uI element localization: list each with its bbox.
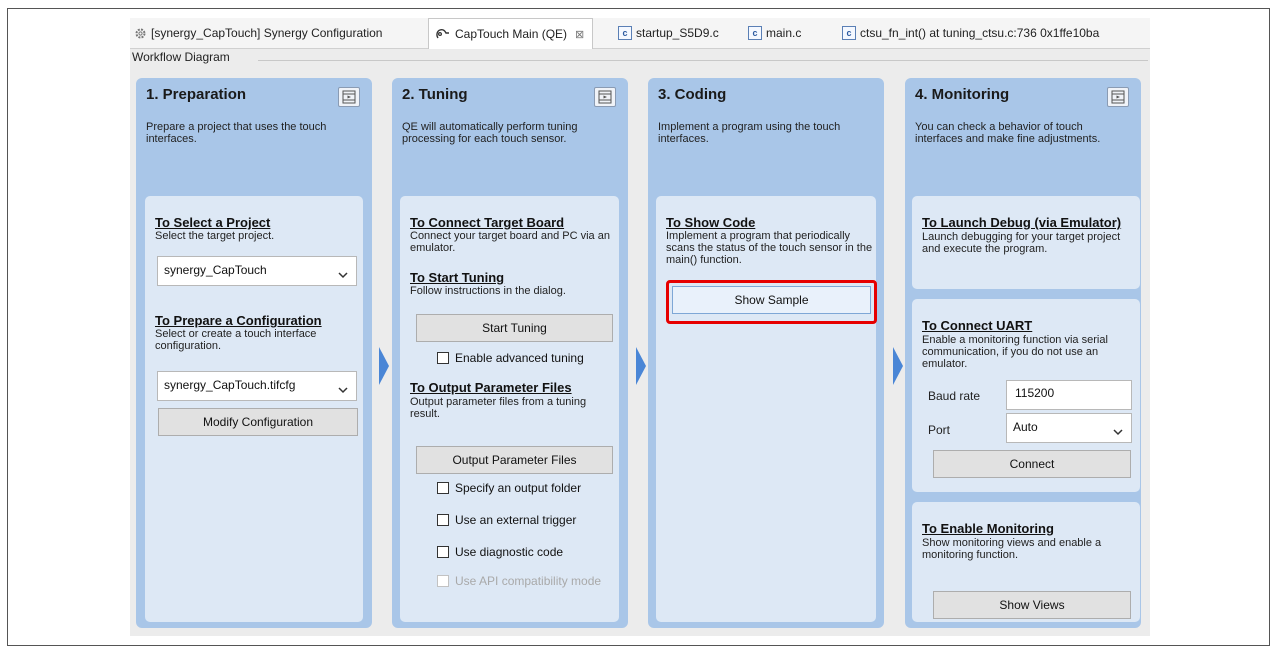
show-views-button[interactable]: Show Views <box>933 591 1131 619</box>
specify-output-folder-checkbox[interactable]: Specify an output folder <box>437 481 581 495</box>
chevron-down-icon <box>338 268 348 282</box>
show-code-text: Implement a program that periodically sc… <box>666 230 873 266</box>
touch-icon <box>435 27 451 41</box>
flow-arrow <box>636 347 646 385</box>
prepare-config-text: Select or create a touch interface confi… <box>155 328 317 352</box>
tab-captouch-main[interactable]: CapTouch Main (QE) ⊠ <box>428 18 594 49</box>
c-file-icon: c <box>618 26 632 40</box>
checkbox-box <box>437 514 449 526</box>
select-project-heading: To Select a Project <box>155 215 271 230</box>
connect-uart-heading: To Connect UART <box>922 318 1033 333</box>
preparation-box: To Select a Project Select the target pr… <box>145 196 363 622</box>
port-label: Port <box>928 423 951 437</box>
coding-description: Implement a program using the touch inte… <box>658 121 841 145</box>
use-external-trigger-checkbox[interactable]: Use an external trigger <box>437 513 576 527</box>
project-select-value: synergy_CapTouch <box>164 263 267 277</box>
chevron-down-icon <box>1113 425 1123 439</box>
output-parameter-files-button[interactable]: Output Parameter Files <box>416 446 613 474</box>
baud-rate-input[interactable]: 115200 <box>1006 380 1132 410</box>
workflow-divider <box>258 60 1148 61</box>
ide-window: [synergy_CapTouch] Synergy Configuration… <box>130 18 1150 636</box>
tuning-panel: 2. Tuning QE will automatically perform … <box>392 78 628 628</box>
output-files-heading: To Output Parameter Files <box>410 380 572 395</box>
project-select[interactable]: synergy_CapTouch <box>157 256 357 286</box>
port-select-value: Auto <box>1013 420 1038 434</box>
enable-monitoring-heading: To Enable Monitoring <box>922 521 1054 536</box>
preparation-description: Prepare a project that uses the touch in… <box>146 121 327 145</box>
launch-debug-heading: To Launch Debug (via Emulator) <box>922 215 1122 230</box>
tab-label: startup_S5D9.c <box>636 26 719 40</box>
modify-configuration-button[interactable]: Modify Configuration <box>158 408 358 436</box>
video-icon[interactable] <box>338 87 360 107</box>
checkbox-box <box>437 482 449 494</box>
api-compatibility-checkbox: Use API compatibility mode <box>437 574 601 588</box>
gear-icon <box>134 27 147 40</box>
prepare-config-heading: To Prepare a Configuration <box>155 313 322 328</box>
flow-arrow <box>893 347 903 385</box>
config-select[interactable]: synergy_CapTouch.tifcfg <box>157 371 357 401</box>
workflow-diagram-title: Workflow Diagram <box>132 50 230 64</box>
tuning-description: QE will automatically perform tuning pro… <box>402 121 578 145</box>
tuning-box: To Connect Target Board Connect your tar… <box>400 196 619 622</box>
monitoring-title: 4. Monitoring <box>915 86 1010 103</box>
enable-monitoring-text: Show monitoring views and enable a monit… <box>922 537 1102 561</box>
c-file-icon: c <box>842 26 856 40</box>
monitoring-panel: 4. Monitoring You can check a behavior o… <box>905 78 1141 628</box>
start-tuning-heading: To Start Tuning <box>410 270 505 285</box>
tuning-title: 2. Tuning <box>402 86 468 103</box>
editor-tab-bar: [synergy_CapTouch] Synergy Configuration… <box>130 18 1150 49</box>
connect-board-text: Connect your target board and PC via an … <box>410 230 610 254</box>
checkbox-label: Enable advanced tuning <box>455 351 584 365</box>
connect-uart-text: Enable a monitoring function via serial … <box>922 334 1108 370</box>
start-tuning-button[interactable]: Start Tuning <box>416 314 613 342</box>
monitoring-description: You can check a behavior of touch interf… <box>915 121 1101 145</box>
checkbox-label: Specify an output folder <box>455 481 582 495</box>
connect-board-heading: To Connect Target Board <box>410 215 565 230</box>
use-diagnostic-code-checkbox[interactable]: Use diagnostic code <box>437 545 563 559</box>
video-icon[interactable] <box>594 87 616 107</box>
tab-label: main.c <box>766 26 802 40</box>
coding-title: 3. Coding <box>658 86 727 103</box>
checkbox-box <box>437 546 449 558</box>
output-files-text: Output parameter files from a tuning res… <box>410 396 587 420</box>
chevron-down-icon <box>338 383 348 397</box>
coding-panel: 3. Coding Implement a program using the … <box>648 78 884 628</box>
checkbox-label: Use API compatibility mode <box>455 574 602 588</box>
tab-startup-file[interactable]: c startup_S5D9.c <box>618 18 719 48</box>
close-icon[interactable]: ⊠ <box>575 28 584 41</box>
show-code-heading: To Show Code <box>666 215 756 230</box>
tab-label: ctsu_fn_int() at tuning_ctsu.c:736 0x1ff… <box>860 26 1100 40</box>
tab-synergy-configuration[interactable]: [synergy_CapTouch] Synergy Configuration <box>134 18 382 48</box>
coding-box: To Show Code Implement a program that pe… <box>656 196 877 622</box>
c-file-icon: c <box>748 26 762 40</box>
tab-label: CapTouch Main (QE) <box>455 27 568 41</box>
start-tuning-text: Follow instructions in the dialog. <box>410 285 566 297</box>
tab-label: [synergy_CapTouch] Synergy Configuration <box>151 26 383 40</box>
checkbox-box <box>437 575 449 587</box>
debug-box: To Launch Debug (via Emulator) Launch de… <box>912 196 1140 289</box>
flow-arrow <box>379 347 389 385</box>
preparation-panel: 1. Preparation Prepare a project that us… <box>136 78 372 628</box>
config-select-value: synergy_CapTouch.tifcfg <box>164 378 296 392</box>
connect-button[interactable]: Connect <box>933 450 1131 478</box>
preparation-title: 1. Preparation <box>146 86 247 103</box>
port-select[interactable]: Auto <box>1006 413 1132 443</box>
uart-box: To Connect UART Enable a monitoring func… <box>912 299 1140 492</box>
tab-main-c[interactable]: c main.c <box>748 18 801 48</box>
select-project-text: Select the target project. <box>155 230 275 242</box>
checkbox-box <box>437 352 449 364</box>
checkbox-label: Use diagnostic code <box>455 545 564 559</box>
launch-debug-text: Launch debugging for your target project… <box>922 231 1121 255</box>
show-sample-button[interactable]: Show Sample <box>672 286 871 314</box>
enable-advanced-tuning-checkbox[interactable]: Enable advanced tuning <box>437 351 584 365</box>
checkbox-label: Use an external trigger <box>455 513 577 527</box>
tab-ctsu-debug[interactable]: c ctsu_fn_int() at tuning_ctsu.c:736 0x1… <box>842 18 1099 48</box>
baud-rate-label: Baud rate <box>928 389 981 403</box>
enable-monitoring-box: To Enable Monitoring Show monitoring vie… <box>912 502 1140 622</box>
video-icon[interactable] <box>1107 87 1129 107</box>
